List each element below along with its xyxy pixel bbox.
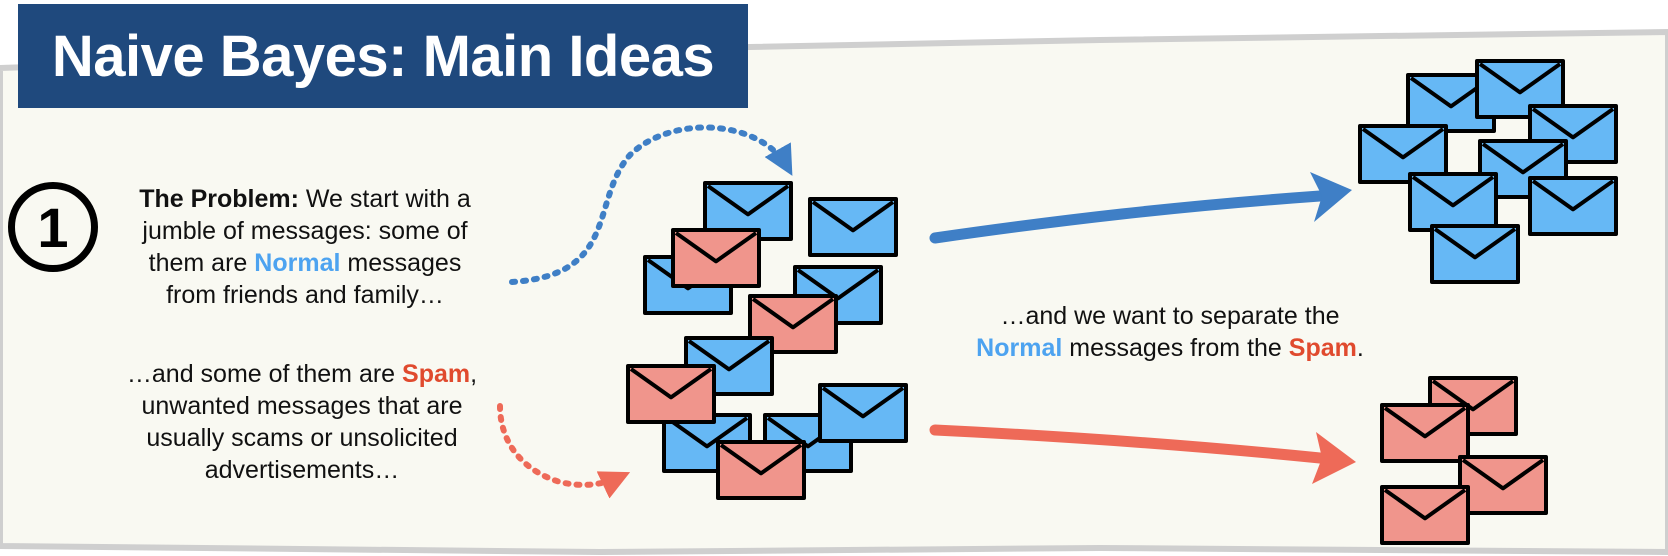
- message-diagram: [497, 59, 1618, 545]
- normal-message-envelope-icon: [808, 197, 898, 257]
- normal-message-envelope-icon: [818, 383, 908, 443]
- red-arrow-to-spam: [929, 424, 1326, 464]
- spam-message-envelope-icon: [1380, 485, 1470, 545]
- blue-arrow-to-normal: [929, 190, 1326, 244]
- normal-message-envelope-icon: [1408, 172, 1498, 232]
- spam-message-envelope-icon: [671, 228, 761, 288]
- spam-message-envelope-icon: [626, 364, 716, 424]
- dotted-arrow-spam: [497, 403, 631, 499]
- spam-message-envelope-icon: [1380, 403, 1470, 463]
- spam-message-envelope-icon: [1458, 455, 1548, 515]
- spam-message-envelope-icon: [716, 440, 806, 500]
- normal-message-envelope-icon: [1430, 224, 1520, 284]
- normal-message-envelope-icon: [1528, 176, 1618, 236]
- envelope-group: [626, 59, 1618, 545]
